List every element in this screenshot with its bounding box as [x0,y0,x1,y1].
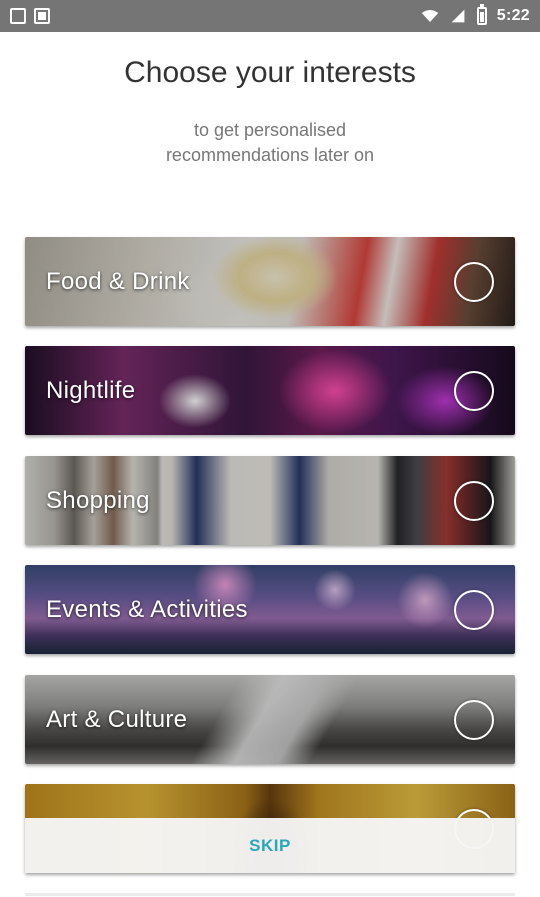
status-time: 5:22 [496,7,530,24]
select-circle-icon[interactable] [454,699,494,740]
battery-icon [476,4,487,25]
status-right-icons: 5:22 [421,4,530,25]
page-title: Choose your interests [124,56,416,89]
select-circle-icon[interactable] [454,370,494,411]
interest-card-nightlife[interactable]: Nightlife [25,346,515,435]
bottom-divider [25,893,515,896]
page-subtitle: to get personalised recommendations late… [165,120,375,165]
status-bar: 5:22 [0,0,540,32]
interest-card-label: Events & Activities [46,595,248,623]
interest-card-label: Food & Drink [46,267,190,295]
interest-card-label: Shopping [46,486,150,514]
status-left-icons [10,8,50,24]
select-circle-icon[interactable] [454,480,494,521]
skip-button[interactable]: SKIP [25,818,515,873]
app-notification-icon [10,8,26,24]
skip-label: SKIP [249,835,291,855]
signal-icon [451,9,465,23]
app-notification-icon [34,8,50,24]
interest-card-label: Nightlife [46,376,136,404]
interest-card-label: Art & Culture [46,705,188,733]
interest-card-shopping[interactable]: Shopping [25,456,515,545]
interest-card-events-activities[interactable]: Events & Activities [25,565,515,654]
interest-card-food-drink[interactable]: Food & Drink [25,237,515,326]
select-circle-icon[interactable] [454,261,494,302]
wifi-icon [421,10,439,22]
interest-card-art-culture[interactable]: Art & Culture [25,675,515,764]
select-circle-icon[interactable] [454,589,494,630]
